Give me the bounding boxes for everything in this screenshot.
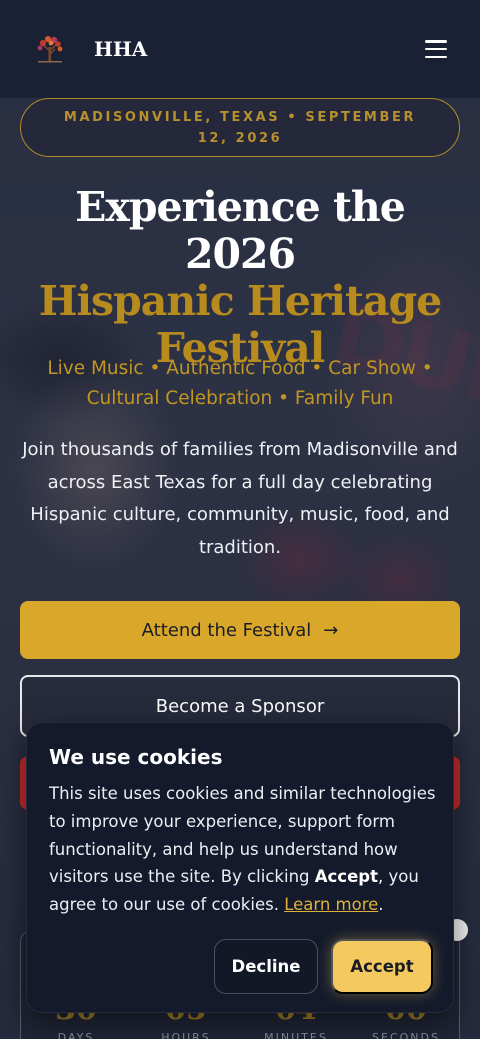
menu-bar: [425, 55, 447, 58]
hamburger-menu-icon[interactable]: [422, 37, 450, 61]
decline-button[interactable]: Decline: [214, 939, 318, 994]
cookie-text-part: .: [378, 895, 384, 915]
site-header: HHA: [0, 0, 480, 98]
hero-title: Experience the 2026 Hispanic Heritage Fe…: [20, 184, 460, 372]
countdown-label: HOURS: [161, 1031, 211, 1039]
countdown-label: MINUTES: [264, 1031, 328, 1039]
arrow-right-icon: →: [323, 619, 339, 641]
accept-button[interactable]: Accept: [331, 939, 433, 994]
brand-name: HHA: [94, 37, 148, 61]
hero-tagline: Live Music • Authentic Food • Car Show •…: [47, 358, 433, 409]
become-sponsor-label: Become a Sponsor: [155, 695, 325, 717]
menu-bar: [425, 40, 447, 43]
cookie-title: We use cookies: [49, 745, 223, 769]
cookie-text-accept-bold: Accept: [314, 867, 378, 887]
countdown-label: DAYS: [57, 1031, 95, 1039]
cookie-description: This site uses cookies and similar techn…: [49, 780, 439, 919]
countdown-label: SECONDS: [372, 1031, 440, 1039]
attend-festival-label: Attend the Festival: [141, 619, 312, 641]
menu-bar: [425, 47, 447, 51]
attend-festival-button[interactable]: Attend the Festival →: [20, 601, 460, 659]
event-location-date-pill: MADISONVILLE, TEXAS • SEPTEMBER 12, 2026: [20, 98, 460, 157]
hero-title-line1: Experience the 2026: [75, 183, 406, 278]
learn-more-link[interactable]: Learn more: [284, 895, 378, 914]
hero-intro: Join thousands of families from Madisonv…: [22, 439, 458, 558]
brand[interactable]: HHA: [30, 29, 147, 69]
tree-logo-icon: [37, 36, 63, 63]
cookie-consent-banner: We use cookies This site uses cookies an…: [26, 722, 454, 1013]
